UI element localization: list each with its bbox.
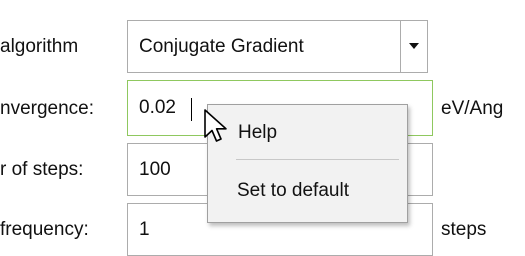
context-menu: Help Set to default <box>207 104 408 223</box>
text-caret <box>191 98 192 121</box>
convergence-input-value: 0.02 <box>139 97 176 118</box>
frequency-input-value: 1 <box>139 218 150 240</box>
algorithm-dropdown-button[interactable] <box>400 21 427 72</box>
convergence-label: nvergence: <box>0 98 95 119</box>
chevron-down-icon <box>409 43 419 49</box>
menu-item-set-to-default[interactable]: Set to default <box>208 169 407 213</box>
menu-item-help[interactable]: Help <box>208 111 407 155</box>
steps-input-value: 100 <box>139 158 171 180</box>
steps-label: r of steps: <box>0 159 84 180</box>
algorithm-select[interactable]: Conjugate Gradient <box>127 20 428 73</box>
algorithm-label: algorithm <box>0 36 79 57</box>
algorithm-select-value: Conjugate Gradient <box>139 35 304 57</box>
frequency-label: frequency: <box>0 219 89 240</box>
menu-separator <box>236 159 399 160</box>
frequency-unit-label: steps <box>441 219 487 240</box>
mouse-pointer-icon <box>204 109 227 142</box>
convergence-unit-label: eV/Ang <box>441 98 504 119</box>
